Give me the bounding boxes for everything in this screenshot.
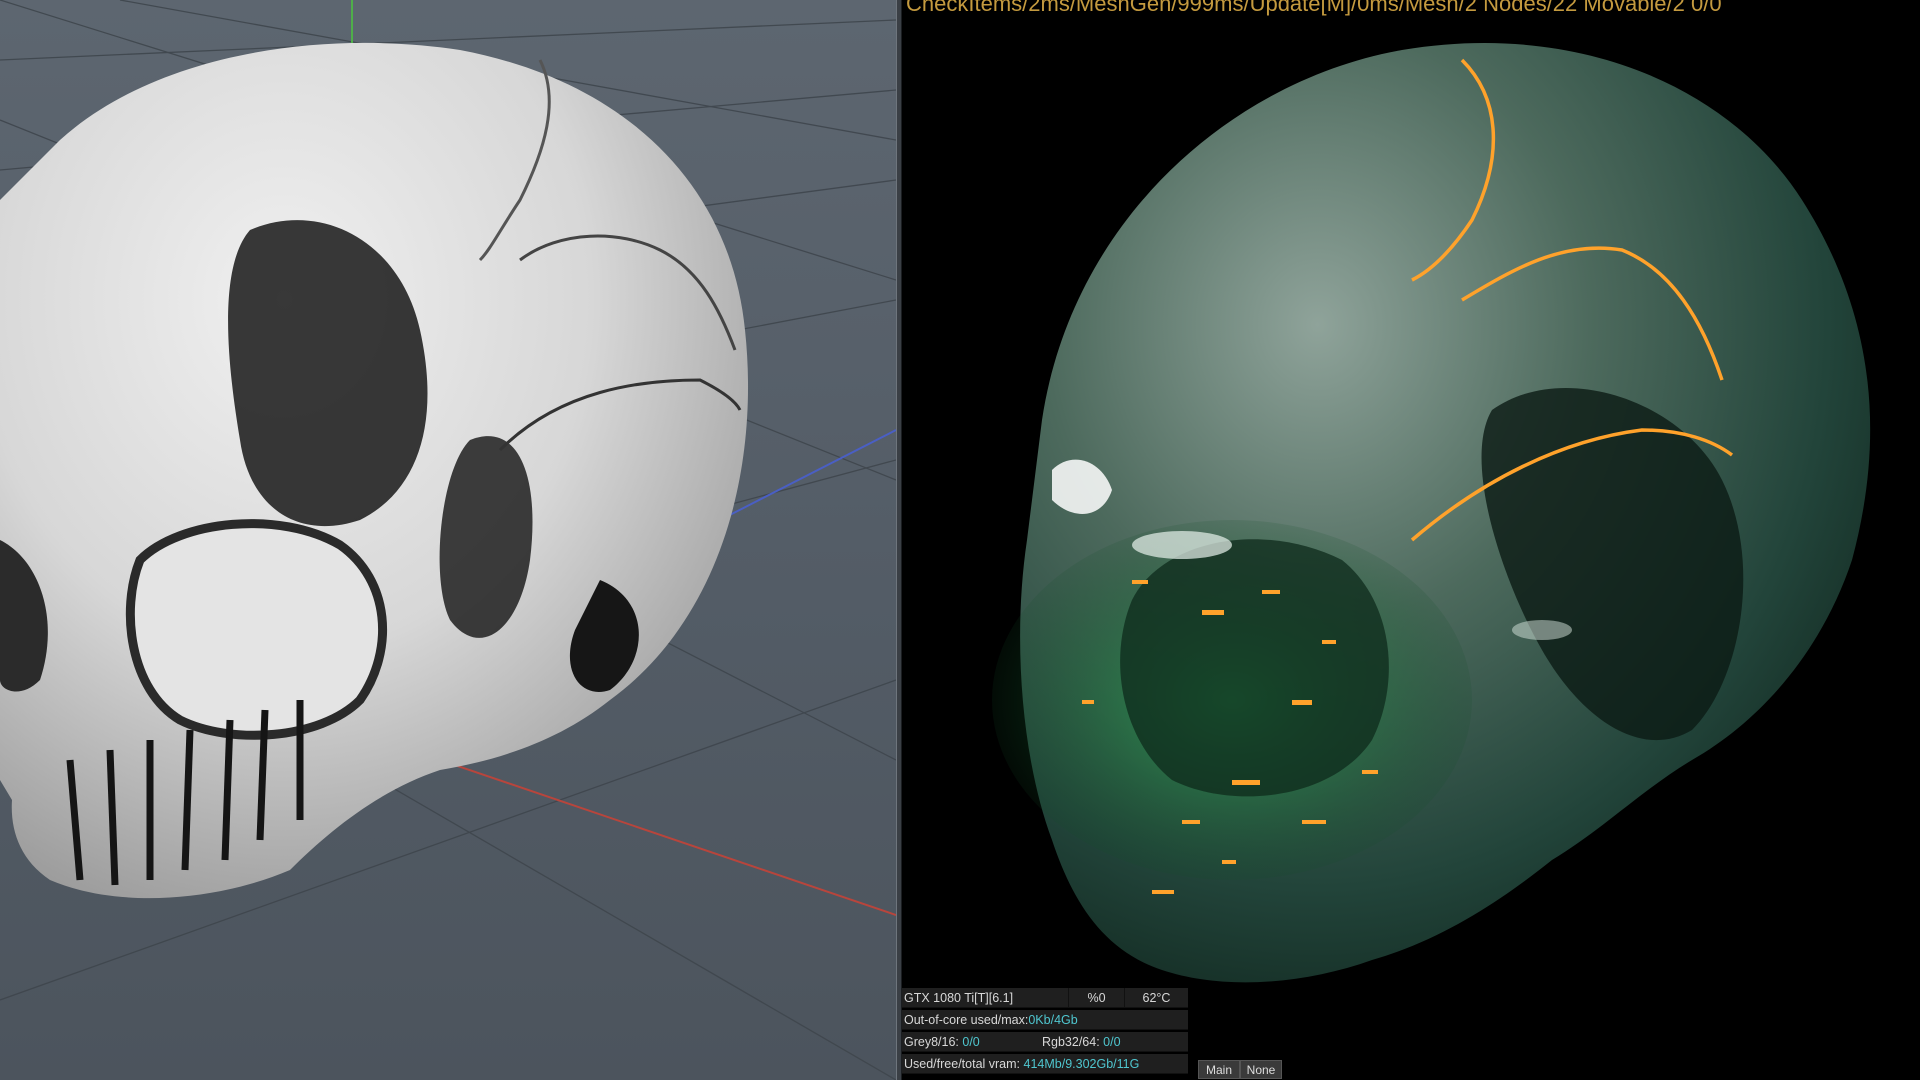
stats-vram-row: Used/free/total vram: 414Mb/9.302Gb/11G xyxy=(902,1054,1188,1074)
none-button[interactable]: None xyxy=(1240,1060,1282,1079)
stats-texture-row: Grey8/16: 0/0 Rgb32/64: 0/0 xyxy=(902,1032,1188,1052)
render-stats-panel: GTX 1080 Ti[T][6.1] %0 62°C Out-of-core … xyxy=(902,988,1188,1080)
rgb-label: Rgb32/64: xyxy=(1042,1035,1100,1049)
vram-label: Used/free/total vram: xyxy=(904,1057,1021,1071)
viewport-3d[interactable] xyxy=(0,0,896,1080)
axis-x-line xyxy=(439,759,896,916)
rgb-group: Rgb32/64: 0/0 xyxy=(1042,1032,1121,1052)
jade-skull-model xyxy=(992,43,1871,983)
grey-label: Grey8/16: xyxy=(904,1035,959,1049)
grey-value: 0/0 xyxy=(962,1035,980,1049)
main-button[interactable]: Main xyxy=(1198,1060,1240,1079)
out-of-core-label: Out-of-core used/max: xyxy=(904,1013,1029,1027)
axis-z-line xyxy=(719,429,896,521)
stats-out-of-core-row: Out-of-core used/max:0Kb/4Gb xyxy=(902,1010,1188,1030)
render-status-line: CheckItems/2ms/MeshGen/999ms/Update[M]/0… xyxy=(906,0,1722,16)
gpu-temp: 62°C xyxy=(1124,988,1188,1007)
viewport-canvas[interactable] xyxy=(0,0,896,1080)
out-of-core-value: 0Kb/4Gb xyxy=(1028,1013,1078,1027)
gpu-label: GTX 1080 Ti[T][6.1] xyxy=(904,991,1014,1005)
gpu-usage: %0 xyxy=(1068,988,1124,1007)
render-viewport[interactable]: CheckItems/2ms/MeshGen/999ms/Update[M]/0… xyxy=(902,0,1920,1080)
render-canvas[interactable] xyxy=(902,0,1920,1080)
vram-value: 414Mb/9.302Gb/11G xyxy=(1023,1057,1140,1071)
clay-skull-model xyxy=(0,42,749,899)
rgb-value: 0/0 xyxy=(1103,1035,1121,1049)
stats-gpu-row: GTX 1080 Ti[T][6.1] %0 62°C xyxy=(902,988,1188,1008)
